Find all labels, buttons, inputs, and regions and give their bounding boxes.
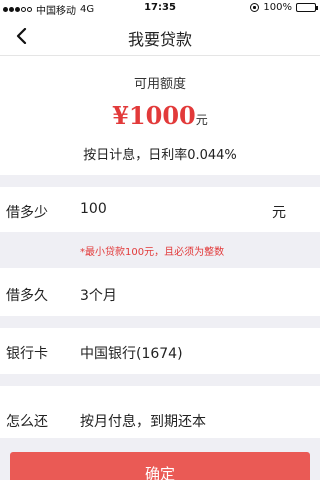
quota-amount-value: ¥1000 [112, 101, 196, 130]
amount-row: 借多少 元 [0, 187, 320, 232]
back-button[interactable] [8, 22, 36, 50]
amount-label: 借多少 [6, 205, 48, 221]
battery-icon [296, 3, 318, 12]
repayment-value: 按月付息，到期还本 [80, 414, 206, 430]
rotation-lock-icon [250, 3, 260, 12]
term-value: 3个月 [80, 288, 117, 304]
quota-amount-unit: 元 [195, 113, 208, 127]
section-divider [0, 316, 320, 328]
interest-rate-text: 按日计息，日利率0.044% [83, 148, 237, 163]
chevron-left-icon [16, 28, 27, 44]
quota-label: 可用额度 [133, 77, 186, 92]
section-divider [0, 374, 320, 386]
quota-panel: 可用额度 ¥1000元 按日计息，日利率0.044% [0, 57, 320, 175]
quota-amount: ¥1000元 [0, 101, 320, 130]
amount-unit: 元 [272, 205, 286, 221]
bank-card-row[interactable]: 银行卡 中国银行(1674) [0, 328, 320, 374]
status-right: 100% [250, 2, 318, 13]
term-row[interactable]: 借多久 3个月 [0, 268, 320, 316]
bank-card-label: 银行卡 [6, 346, 48, 362]
amount-input[interactable] [80, 195, 260, 223]
battery-percent: 100% [263, 2, 292, 13]
section-divider [0, 175, 320, 187]
term-label: 借多久 [6, 288, 48, 304]
page-title: 我要贷款 [127, 30, 192, 49]
repayment-row[interactable]: 怎么还 按月付息，到期还本 [0, 386, 320, 438]
repayment-label: 怎么还 [6, 414, 48, 430]
amount-hint: *最小贷款100元，且必须为整数 [80, 247, 225, 258]
bank-card-value: 中国银行(1674) [80, 346, 183, 362]
nav-bar: 我要贷款 [0, 16, 320, 56]
status-bar: 中国移动 4G 17:35 100% [0, 0, 320, 17]
confirm-button[interactable]: 确定 [10, 452, 310, 480]
hint-bar: *最小贷款100元，且必须为整数 [0, 232, 320, 268]
